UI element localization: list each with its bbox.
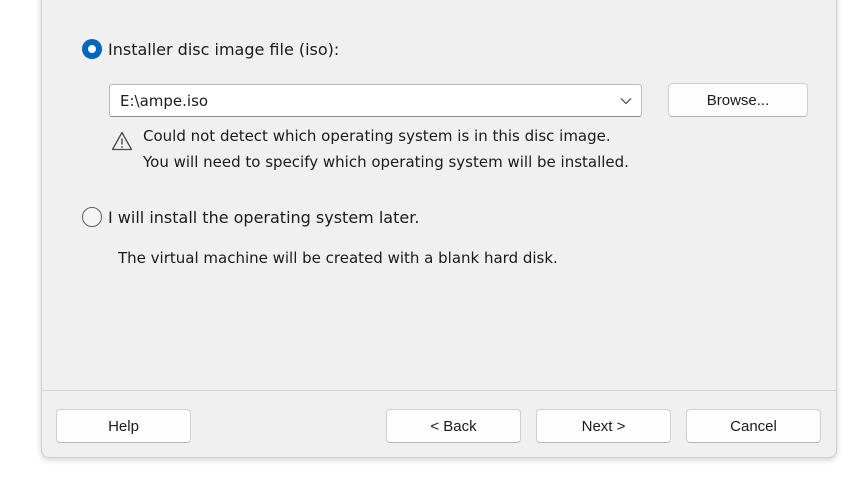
- back-button[interactable]: < Back: [386, 409, 521, 443]
- warning-line-1: Could not detect which operating system …: [143, 127, 611, 145]
- iso-option-label[interactable]: Installer disc image file (iso):: [108, 40, 339, 59]
- new-vm-wizard-dialog: Installer disc image file (iso): E:\ampe…: [41, 0, 837, 458]
- warning-line-2: You will need to specify which operating…: [143, 153, 629, 171]
- warning-triangle-icon: [111, 131, 133, 151]
- iso-radio-button[interactable]: [82, 39, 102, 59]
- warning-message: Could not detect which operating system …: [143, 123, 629, 175]
- cancel-button[interactable]: Cancel: [686, 409, 821, 443]
- install-later-radio-button[interactable]: [82, 207, 102, 227]
- iso-path-value[interactable]: E:\ampe.iso: [110, 92, 611, 110]
- browse-button[interactable]: Browse...: [668, 83, 808, 117]
- install-later-option-label[interactable]: I will install the operating system late…: [108, 208, 419, 227]
- os-detection-warning: Could not detect which operating system …: [111, 121, 629, 175]
- footer-separator: [42, 390, 836, 391]
- help-button[interactable]: Help: [56, 409, 191, 443]
- install-later-option-row[interactable]: I will install the operating system late…: [82, 207, 419, 227]
- radio-selected-dot: [88, 45, 96, 53]
- next-button[interactable]: Next >: [536, 409, 671, 443]
- iso-option-row[interactable]: Installer disc image file (iso):: [82, 39, 339, 59]
- chevron-down-icon[interactable]: [611, 97, 641, 105]
- blank-disk-note: The virtual machine will be created with…: [118, 249, 558, 267]
- iso-path-combobox[interactable]: E:\ampe.iso: [109, 84, 642, 117]
